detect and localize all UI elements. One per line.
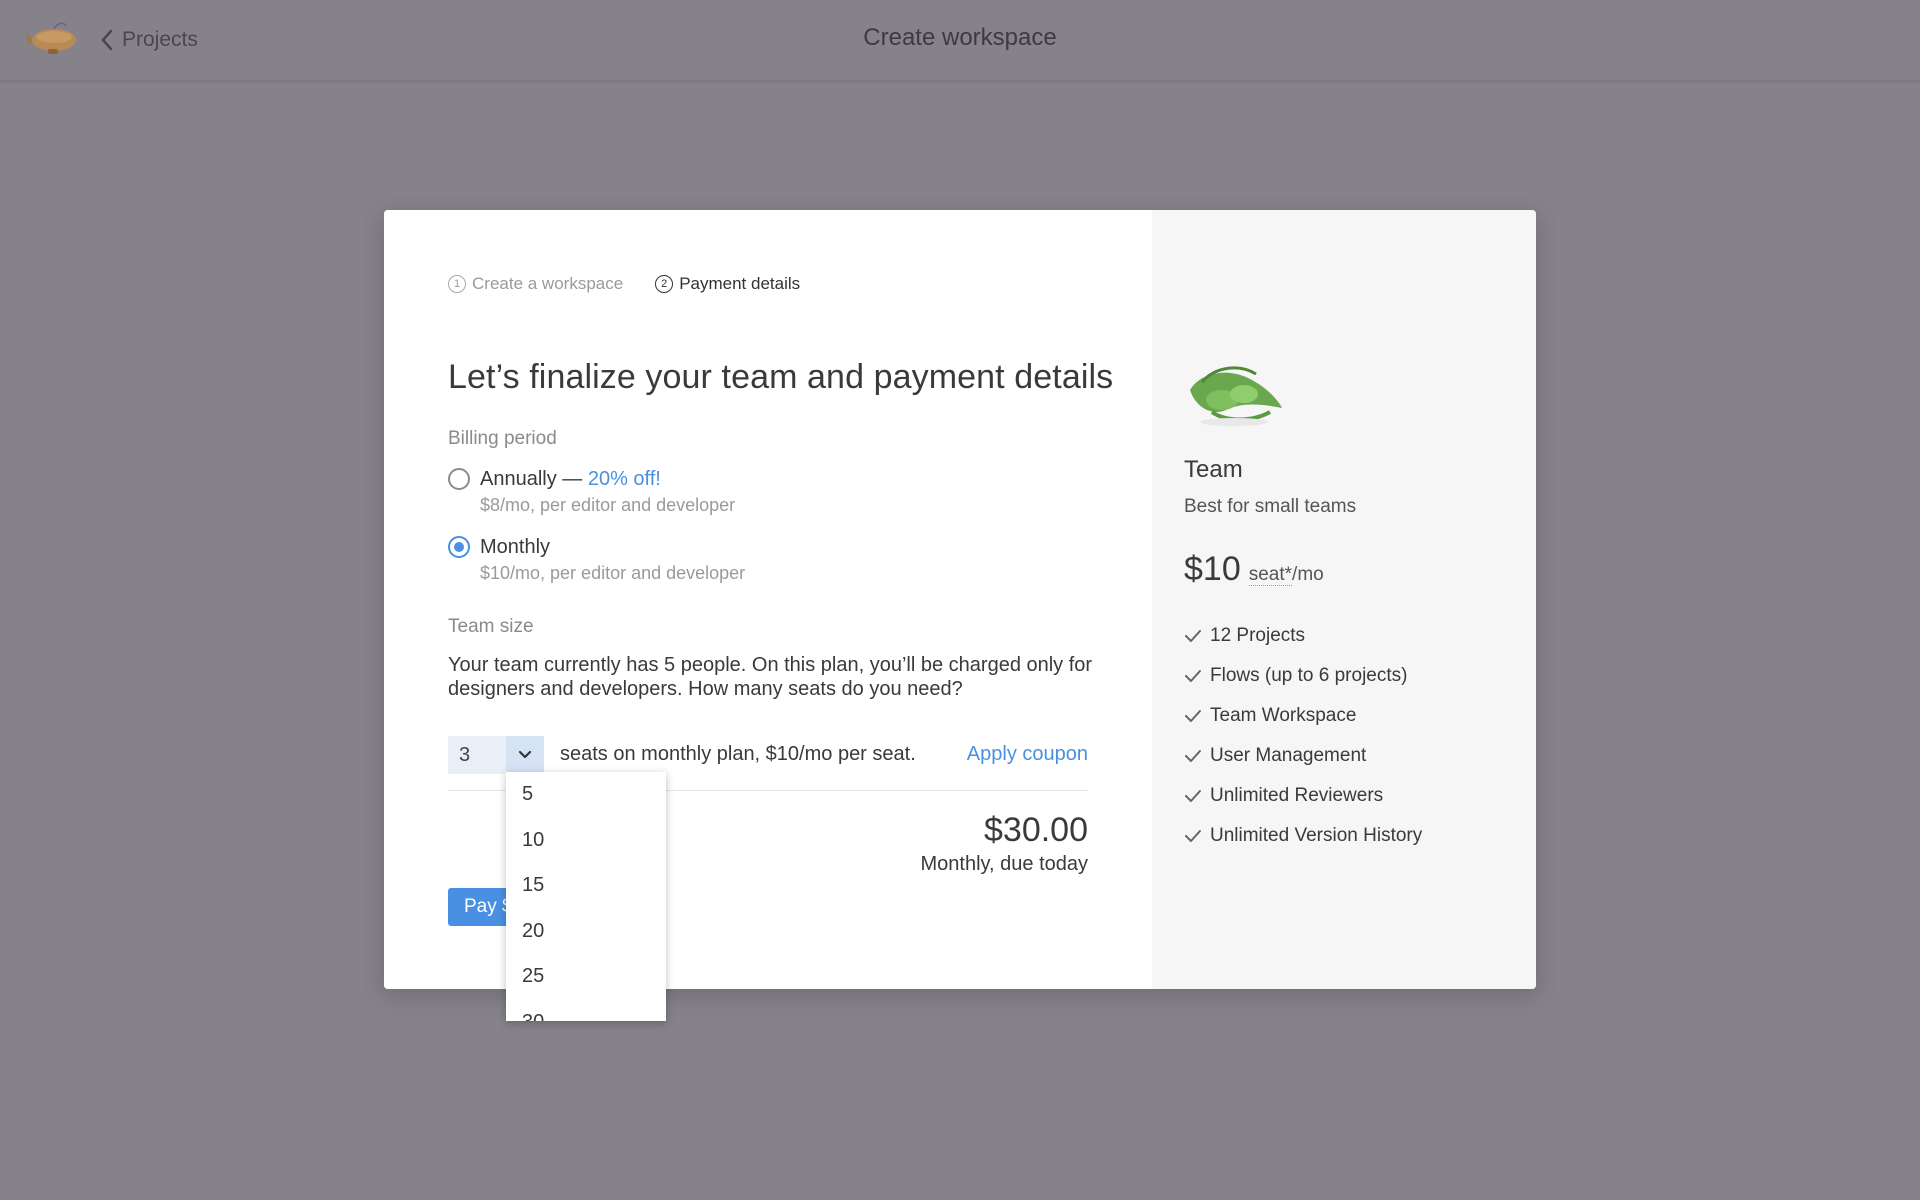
page-title: Create workspace bbox=[863, 24, 1057, 51]
monthly-price: $10/mo, per editor and developer bbox=[480, 563, 746, 583]
feature-item: Unlimited Version History bbox=[1184, 816, 1422, 856]
step-label: Create a workspace bbox=[472, 274, 624, 293]
check-icon bbox=[1185, 750, 1201, 762]
step-number: 2 bbox=[655, 275, 674, 293]
feature-label: Unlimited Version History bbox=[1210, 825, 1423, 846]
total-summary: $30.00 Monthly, due today bbox=[920, 810, 1088, 876]
seats-description: seats on monthly plan, $10/mo per seat. bbox=[560, 743, 916, 765]
plan-tagline: Best for small teams bbox=[1184, 496, 1357, 517]
feature-item: Flows (up to 6 projects) bbox=[1184, 656, 1422, 696]
seat-option[interactable]: 10 bbox=[506, 818, 666, 864]
price-period: /mo bbox=[1292, 564, 1324, 585]
feature-label: Unlimited Reviewers bbox=[1210, 785, 1384, 806]
check-icon bbox=[1185, 790, 1201, 802]
plan-name: Team bbox=[1184, 456, 1243, 483]
billing-period-label: Billing period bbox=[448, 428, 557, 449]
step-number: 1 bbox=[448, 275, 466, 293]
annually-title: Annually — 20% off! bbox=[480, 467, 735, 491]
price-amount: $10 bbox=[1184, 550, 1241, 588]
seat-option[interactable]: 25 bbox=[506, 954, 666, 1000]
form-heading: Let’s finalize your team and payment det… bbox=[448, 358, 1114, 396]
top-bar: Projects Create workspace bbox=[0, 0, 1920, 81]
total-due-label: Monthly, due today bbox=[920, 853, 1088, 875]
plan-summary-panel: Team Best for small teams $10 seat*/mo 1… bbox=[1152, 210, 1536, 989]
billing-option-annually[interactable]: Annually — 20% off! $8/mo, per editor an… bbox=[448, 467, 735, 517]
apply-coupon-link[interactable]: Apply coupon bbox=[967, 743, 1088, 766]
annually-price: $8/mo, per editor and developer bbox=[480, 495, 736, 515]
payment-form-panel: 1 Create a workspace 2 Payment details L… bbox=[384, 210, 1152, 989]
feature-label: User Management bbox=[1210, 745, 1367, 766]
seat-option[interactable]: 5 bbox=[506, 772, 666, 818]
plan-features: 12 Projects Flows (up to 6 projects) Team … bbox=[1184, 616, 1422, 856]
step-label: Payment details bbox=[679, 274, 801, 293]
stepper: 1 Create a workspace 2 Payment details bbox=[448, 274, 800, 294]
total-amount: $30.00 bbox=[984, 811, 1088, 849]
seat-tooltip-trigger[interactable]: seat* bbox=[1248, 564, 1293, 586]
radio-annually[interactable] bbox=[448, 468, 470, 490]
feature-item: User Management bbox=[1184, 736, 1422, 776]
billing-option-monthly[interactable]: Monthly $10/mo, per editor and developer bbox=[448, 535, 745, 585]
feature-item: 12 Projects bbox=[1184, 616, 1422, 656]
check-icon bbox=[1185, 630, 1201, 642]
price-unit: seat*/mo bbox=[1248, 564, 1324, 586]
seat-option[interactable]: 20 bbox=[506, 909, 666, 955]
feature-label: Flows (up to 6 projects) bbox=[1210, 665, 1408, 686]
discount-label: 20% off! bbox=[587, 468, 661, 490]
step-payment-details[interactable]: 2 Payment details bbox=[655, 274, 800, 294]
feature-label: 12 Projects bbox=[1210, 625, 1306, 646]
radio-monthly[interactable] bbox=[448, 536, 470, 558]
check-icon bbox=[1185, 670, 1201, 682]
step-create-workspace[interactable]: 1 Create a workspace bbox=[448, 274, 623, 294]
plan-price: $10 seat*/mo bbox=[1184, 550, 1324, 589]
seat-count-value: 3 bbox=[459, 743, 471, 766]
team-size-label: Team size bbox=[448, 616, 534, 637]
check-icon bbox=[1185, 710, 1201, 722]
feature-label: Team Workspace bbox=[1210, 705, 1357, 726]
chevron-down-icon[interactable] bbox=[506, 736, 544, 774]
monthly-title: Monthly bbox=[480, 536, 551, 558]
edamame-image bbox=[1190, 366, 1282, 426]
check-icon bbox=[1185, 830, 1201, 842]
seat-count-dropdown[interactable]: 51015202530 bbox=[506, 772, 666, 1021]
seat-option[interactable]: 30 bbox=[506, 1000, 666, 1022]
team-size-description: Your team currently has 5 people. On thi… bbox=[448, 654, 1093, 700]
feature-item: Team Workspace bbox=[1184, 696, 1422, 736]
seat-option[interactable]: 15 bbox=[506, 863, 666, 909]
annually-label: Annually — bbox=[480, 468, 588, 490]
seat-count-select[interactable]: 3 bbox=[448, 736, 544, 774]
feature-item: Unlimited Reviewers bbox=[1184, 776, 1422, 816]
